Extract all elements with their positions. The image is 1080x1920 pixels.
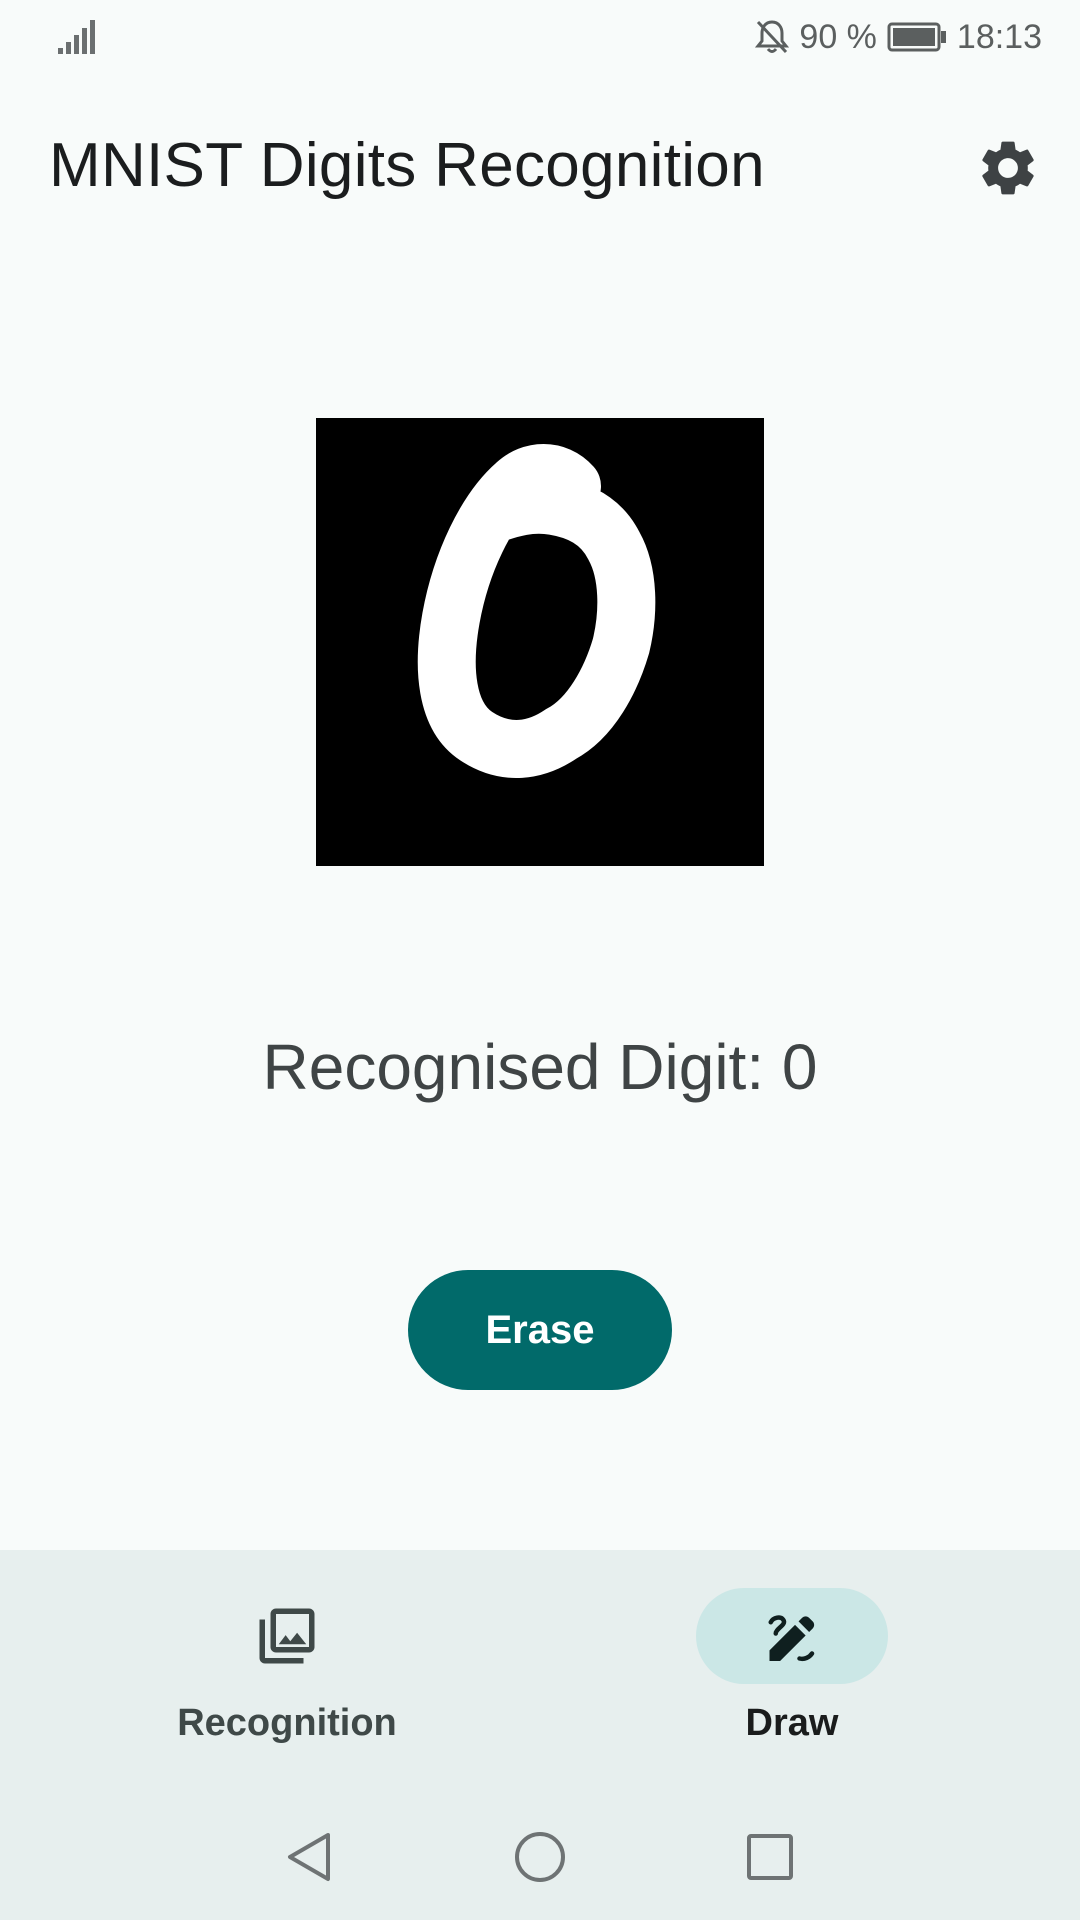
battery-percent: 90 % [799, 17, 877, 56]
photo-library-icon [259, 1608, 315, 1664]
nav-indicator [191, 1588, 383, 1684]
status-bar: 90 % 18:13 [0, 0, 1080, 75]
handwritten-digit-stroke [417, 444, 656, 778]
nav-item-recognition[interactable]: Recognition [137, 1550, 437, 1795]
erase-button[interactable]: Erase [408, 1270, 672, 1390]
battery-icon [887, 22, 946, 52]
bottom-navigation: Recognition Draw [0, 1550, 1080, 1795]
gear-icon[interactable] [975, 135, 1041, 201]
recognised-digit-text: Recognised Digit: 0 [262, 1031, 818, 1103]
recents-icon[interactable] [740, 1827, 800, 1887]
nav-label-recognition: Recognition [177, 1702, 397, 1744]
signal-icon [58, 20, 95, 54]
nav-item-draw[interactable]: Draw [642, 1550, 942, 1795]
bell-off-icon [755, 20, 790, 54]
page-title: MNIST Digits Recognition [49, 131, 765, 200]
drawing-canvas[interactable] [316, 418, 764, 866]
draw-icon [768, 1615, 815, 1662]
system-navigation-bar [0, 1795, 1080, 1920]
nav-indicator-active [696, 1588, 888, 1684]
nav-label-draw: Draw [745, 1702, 839, 1744]
clock: 18:13 [956, 17, 1042, 56]
back-icon[interactable] [280, 1827, 340, 1887]
home-icon[interactable] [510, 1827, 570, 1887]
